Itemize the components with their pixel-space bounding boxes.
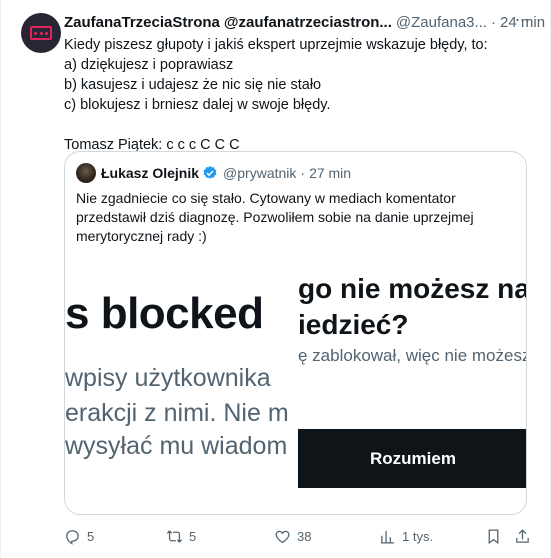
quote-separator: · bbox=[300, 165, 306, 181]
author-name[interactable]: ZaufanaTrzeciaStrona bbox=[64, 14, 220, 31]
separator: · bbox=[491, 13, 497, 31]
quoted-tweet[interactable]: Łukasz Olejnik @prywatnik · 27 min Nie z… bbox=[64, 151, 527, 515]
media-left-panel: s blocked wpisy użytkownika erakcji z ni… bbox=[65, 269, 298, 514]
tweet-text: Kiedy piszesz głupoty i jakiś ekspert up… bbox=[64, 35, 534, 155]
like-button[interactable]: 38 bbox=[274, 526, 311, 546]
quote-text-line: przedstawił dziś diagnozę. Pozwoliłem so… bbox=[76, 209, 474, 225]
tweet-header: ZaufanaTrzeciaStrona @zaufanatrzeciastro… bbox=[64, 12, 545, 32]
quote-author-name[interactable]: Łukasz Olejnik bbox=[101, 165, 199, 181]
views-button[interactable]: 1 tys. bbox=[379, 526, 433, 546]
bookmark-icon bbox=[488, 528, 499, 544]
tweet-actions: 5 5 38 1 tys. bbox=[64, 526, 534, 546]
media-right-subtitle: ę zablokował, więc nie możesz bbox=[298, 346, 527, 365]
media-rozumiem-button: Rozumiem bbox=[298, 429, 526, 488]
tweet-text-line: b) kasujesz i udajesz że nic się nie sta… bbox=[64, 77, 322, 93]
like-count: 38 bbox=[297, 528, 312, 544]
media-left-line: wysyłać mu wiadom bbox=[65, 432, 288, 460]
heart-icon bbox=[275, 530, 290, 543]
quote-text: Nie zgadniecie co się stało. Cytowany w … bbox=[76, 189, 516, 246]
tweet-text-line: c) blokujesz i brniesz dalej w swoje błę… bbox=[64, 97, 331, 113]
media-blocked-title: s blocked bbox=[65, 289, 264, 338]
quote-avatar[interactable] bbox=[76, 163, 96, 183]
avatar[interactable] bbox=[21, 13, 61, 53]
share-button[interactable] bbox=[514, 526, 531, 546]
reply-count: 5 bbox=[87, 528, 95, 544]
author-handle[interactable]: @zaufanatrzeciastron... bbox=[224, 14, 392, 31]
retweet-button[interactable]: 5 bbox=[166, 526, 196, 546]
tweet-text-line bbox=[64, 115, 534, 135]
views-count: 1 tys. bbox=[402, 528, 434, 544]
retweet-count: 5 bbox=[189, 528, 197, 544]
quote-media-image[interactable]: s blocked wpisy użytkownika erakcji z ni… bbox=[65, 269, 527, 514]
retweet-icon bbox=[166, 529, 183, 543]
share-icon bbox=[516, 528, 529, 543]
logo-icon bbox=[30, 26, 52, 40]
quote-header: Łukasz Olejnik @prywatnik · 27 min bbox=[76, 163, 351, 183]
reply-button[interactable]: 5 bbox=[64, 526, 94, 546]
quote-text-line: Nie zgadniecie co się stało. Cytowany w … bbox=[76, 190, 456, 206]
media-right-title: go nie możesz na bbox=[298, 273, 527, 304]
tweet-text-line: a) dziękujesz i poprawiasz bbox=[64, 57, 234, 73]
media-right-title: iedzieć? bbox=[298, 309, 409, 340]
quote-timestamp[interactable]: 27 min bbox=[309, 165, 351, 181]
media-left-line: wpisy użytkownika bbox=[65, 364, 271, 392]
bookmark-button[interactable] bbox=[485, 526, 502, 546]
tweet-container: ZaufanaTrzeciaStrona @zaufanatrzeciastro… bbox=[0, 0, 551, 558]
more-options-icon[interactable]: ··· bbox=[512, 10, 532, 31]
reply-icon bbox=[66, 529, 79, 545]
quote-text-line: merytorycznej rady :) bbox=[76, 228, 207, 244]
author-handle-short[interactable]: @Zaufana3... bbox=[396, 14, 487, 31]
tweet-text-line: Kiedy piszesz głupoty i jakiś ekspert up… bbox=[64, 37, 488, 53]
media-left-line: erakcji z nimi. Nie m bbox=[65, 399, 289, 427]
quote-author-handle[interactable]: @prywatnik bbox=[223, 165, 296, 181]
views-chart-icon bbox=[381, 530, 394, 544]
media-right-panel: go nie możesz na iedzieć? ę zablokował, … bbox=[298, 269, 527, 514]
verified-badge-icon bbox=[203, 166, 217, 179]
